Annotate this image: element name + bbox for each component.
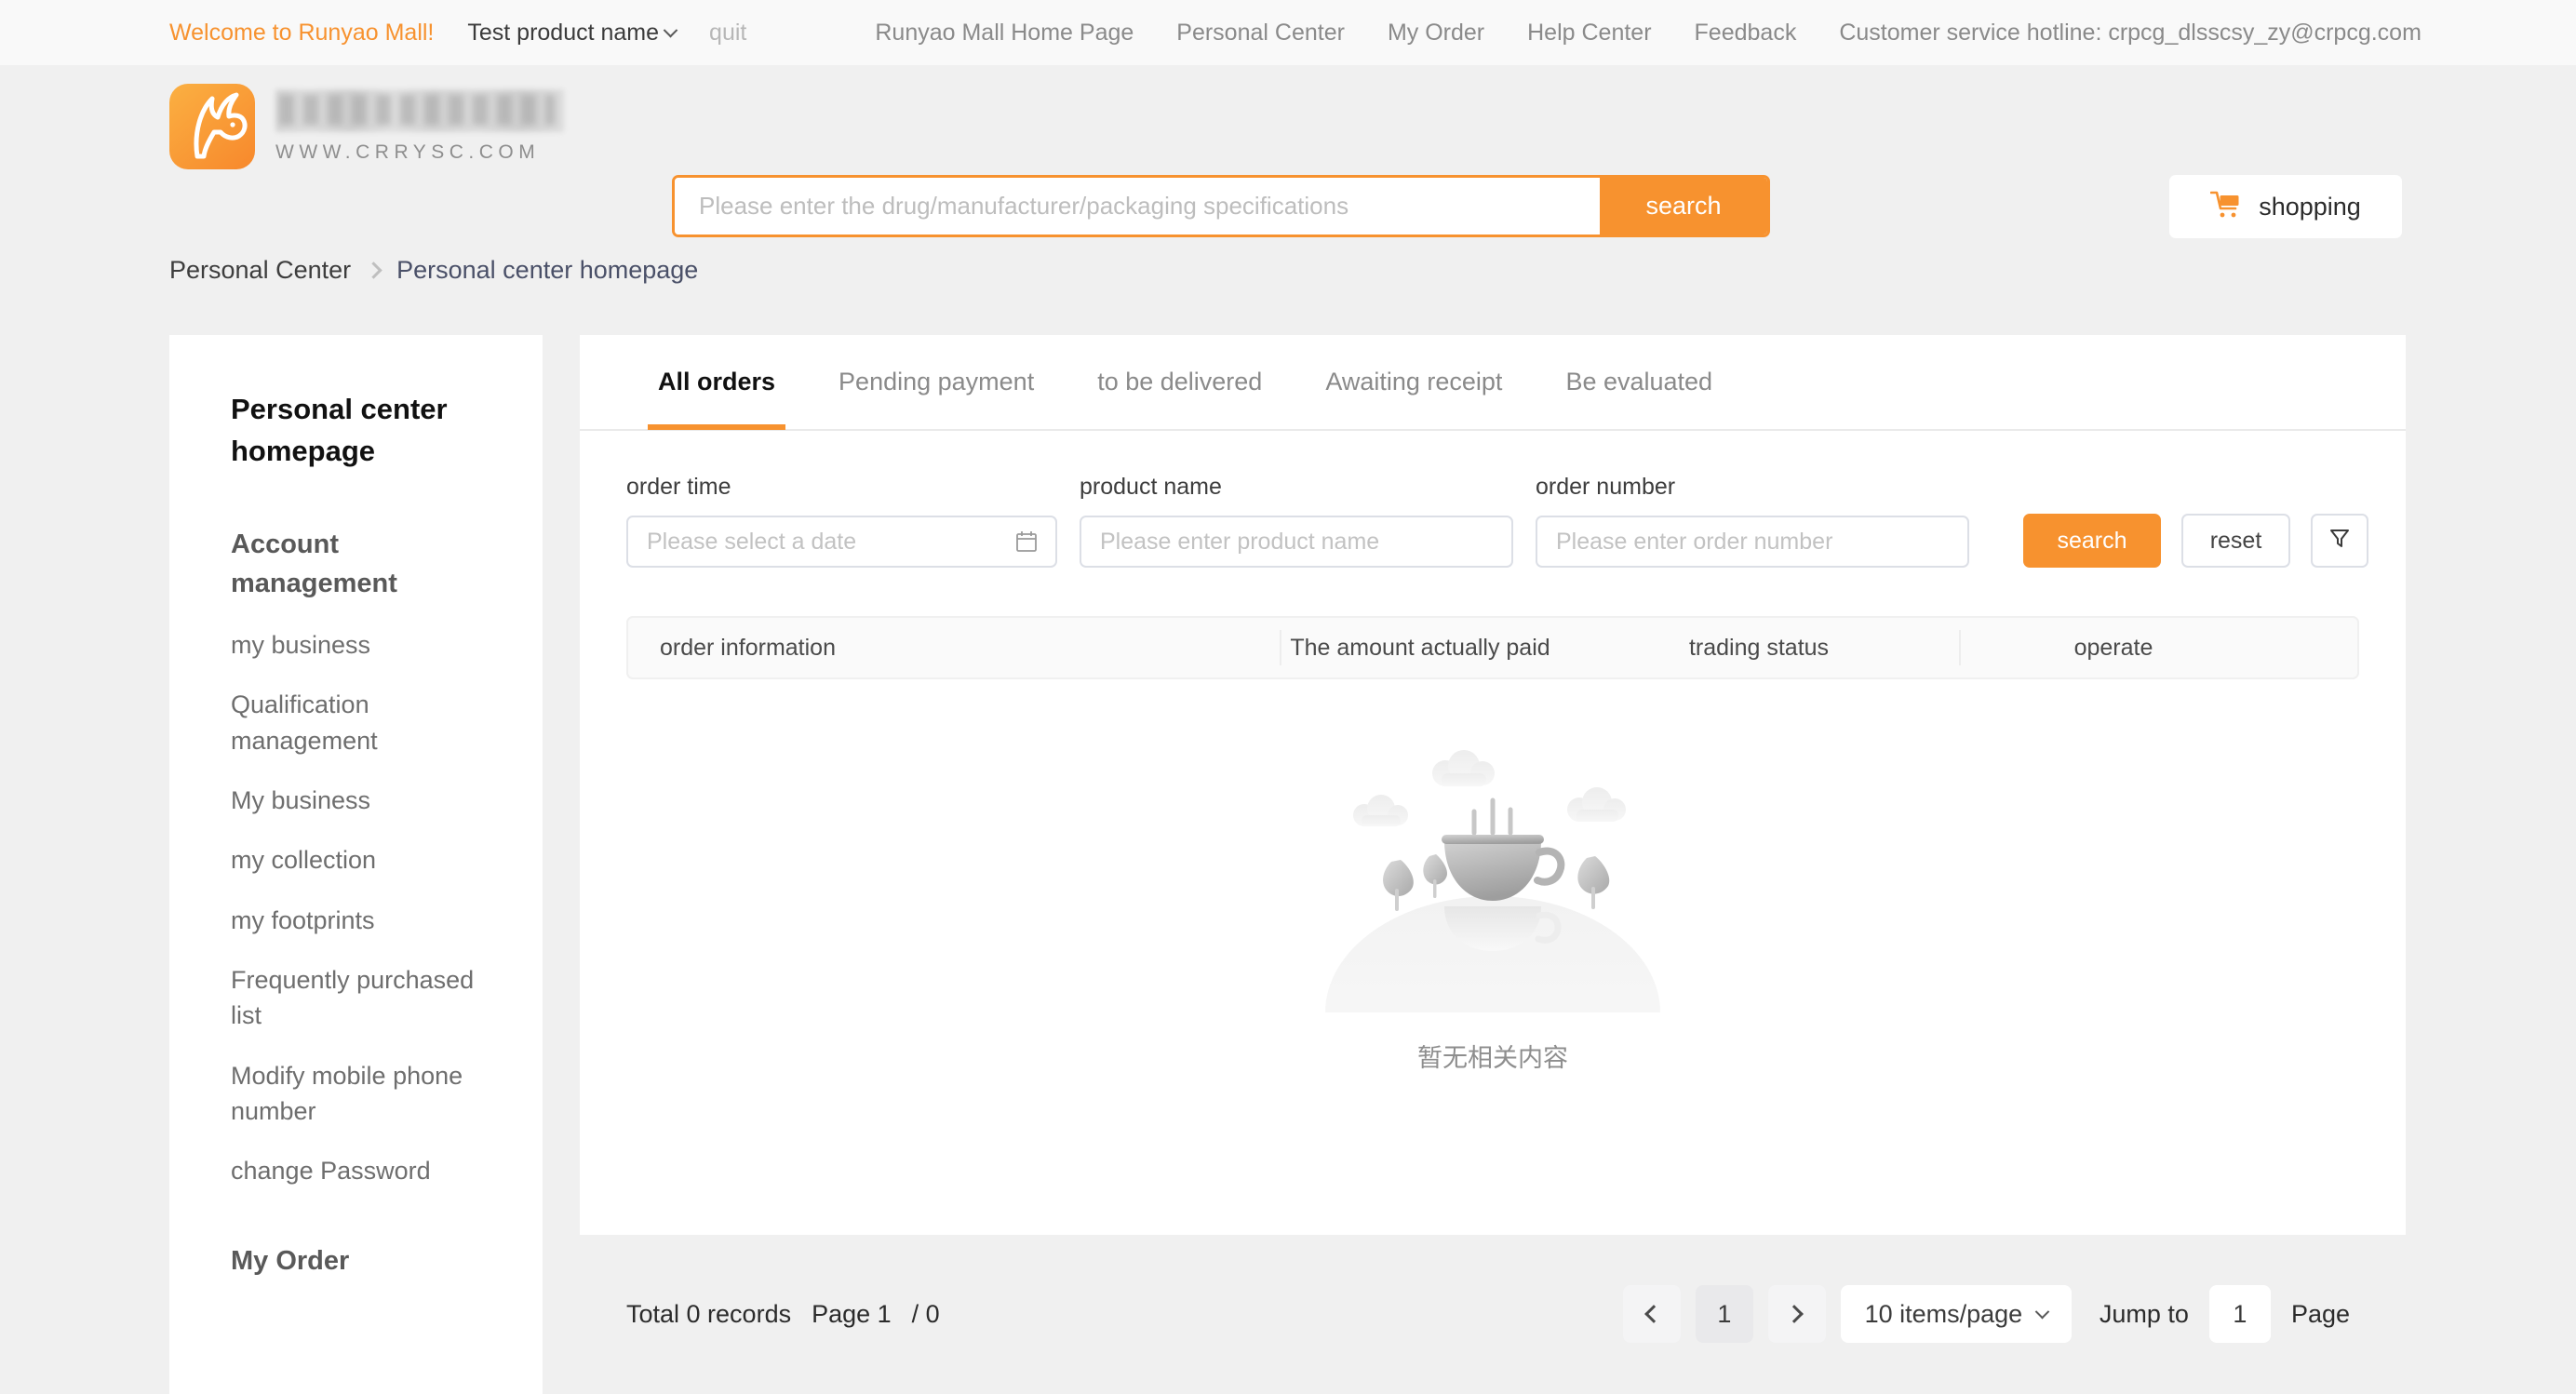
tab-pending-payment[interactable]: Pending payment (807, 334, 1066, 430)
next-page-button[interactable] (1767, 1285, 1826, 1343)
chevron-down-icon (663, 22, 678, 37)
tab-all-orders[interactable]: All orders (626, 334, 807, 430)
tab-to-be-delivered[interactable]: to be delivered (1066, 334, 1294, 430)
topbar-left-group: Welcome to Runyao Mall! Test product nam… (169, 20, 746, 47)
breadcrumb-current: Personal center homepage (396, 256, 699, 284)
cart-label: shopping (2259, 192, 2361, 221)
top-utility-bar: Welcome to Runyao Mall! Test product nam… (0, 0, 2576, 65)
funnel-icon (2328, 526, 2352, 556)
jump-to-input[interactable] (2208, 1285, 2271, 1343)
cart-icon (2209, 191, 2242, 223)
total-pages-text: / 0 (911, 1299, 940, 1328)
pagination-controls: 1 10 items/page Jump to Page (1622, 1285, 2406, 1343)
tab-awaiting-receipt[interactable]: Awaiting receipt (1294, 334, 1534, 430)
order-time-label: order time (626, 474, 731, 500)
sidebar-item-my-collection[interactable]: my collection (231, 842, 482, 878)
current-page-text: Page 1 (812, 1299, 892, 1328)
quit-link[interactable]: quit (709, 20, 746, 47)
chevron-left-icon (1644, 1305, 1664, 1323)
order-time-input[interactable] (626, 516, 1057, 568)
column-amount-actually-paid: The amount actually paid (1280, 630, 1559, 665)
page-size-select[interactable]: 10 items/page (1840, 1285, 2072, 1343)
empty-state-illustration (1293, 743, 1693, 1129)
sidebar: Personal center homepage Account managem… (169, 335, 543, 1394)
product-name-field: product name (1080, 474, 1513, 568)
order-filter-form: order time product name order number (580, 431, 2406, 568)
pagination-summary: Total 0 records Page 1 / 0 (626, 1300, 940, 1329)
nav-link-personal-center[interactable]: Personal Center (1176, 20, 1345, 47)
tab-be-evaluated[interactable]: Be evaluated (1534, 334, 1744, 430)
account-menu-label: Test product name (467, 19, 660, 46)
column-trading-status: trading status (1688, 634, 1830, 661)
breadcrumb: Personal Center Personal center homepage (169, 256, 698, 285)
orders-panel: All orders Pending payment to be deliver… (580, 335, 2406, 1235)
previous-page-button[interactable] (1622, 1285, 1681, 1343)
order-time-field: order time (626, 474, 1057, 568)
customer-service-hotline: Customer service hotline: crpcg_dlsscsy_… (1839, 19, 2422, 46)
deer-logo-icon (169, 84, 255, 169)
account-menu[interactable]: Test product name (467, 19, 678, 47)
nav-link-my-order[interactable]: My Order (1388, 20, 1484, 47)
filter-search-button[interactable]: search (2023, 514, 2161, 568)
search-input[interactable] (675, 178, 1600, 235)
shopping-cart-button[interactable]: shopping (2169, 175, 2402, 238)
logo-wordmark: WWW.CRRYSC.COM (275, 84, 564, 164)
sidebar-item-my-business-2[interactable]: My business (231, 783, 482, 818)
global-search-button[interactable]: search (1600, 178, 1767, 235)
orders-table-header: order information The amount actually pa… (626, 616, 2359, 679)
sidebar-item-my-business[interactable]: my business (231, 627, 482, 663)
column-operate: operate (1959, 630, 2266, 665)
sidebar-item-my-footprints[interactable]: my footprints (231, 903, 482, 938)
order-number-label: order number (1536, 474, 1676, 500)
pagination-bar: Total 0 records Page 1 / 0 1 10 items/pa… (580, 1277, 2406, 1351)
total-records-text: Total 0 records (626, 1299, 792, 1328)
nav-link-home[interactable]: Runyao Mall Home Page (875, 20, 1134, 47)
order-number-field: order number (1536, 474, 1969, 568)
page-size-label: 10 items/page (1864, 1299, 2023, 1328)
global-search: search (672, 175, 1770, 237)
sidebar-item-change-password[interactable]: change Password (231, 1153, 482, 1188)
column-order-information: order information (660, 634, 836, 661)
chevron-right-icon (1785, 1305, 1805, 1323)
empty-state-text: 暂无相关内容 (1417, 1044, 1568, 1073)
empty-state: 暂无相关内容 (580, 743, 2406, 1129)
site-logo[interactable]: WWW.CRRYSC.COM (169, 84, 564, 169)
welcome-message: Welcome to Runyao Mall! (169, 19, 435, 46)
chevron-down-icon (2034, 1304, 2050, 1319)
sidebar-title: Personal center homepage (231, 393, 448, 467)
advanced-filter-button[interactable] (2311, 514, 2368, 568)
sidebar-item-frequently-purchased-list[interactable]: Frequently purchased list (231, 962, 482, 1034)
topbar-nav-links: Runyao Mall Home Page Personal Center My… (875, 20, 2422, 47)
product-name-input[interactable] (1080, 516, 1513, 568)
breadcrumb-parent[interactable]: Personal Center (169, 256, 351, 285)
order-status-tabs: All orders Pending payment to be deliver… (580, 335, 2406, 431)
jump-to-label: Jump to (2099, 1299, 2189, 1328)
logo-chinese-name-blurred (275, 89, 564, 132)
nav-link-feedback[interactable]: Feedback (1695, 20, 1797, 47)
filter-reset-button[interactable]: reset (2181, 514, 2290, 568)
sidebar-group-account-management: Account management (231, 529, 397, 598)
order-number-input[interactable] (1536, 516, 1969, 568)
site-header: WWW.CRRYSC.COM search shopping (0, 65, 2576, 238)
sidebar-item-modify-mobile-phone-number[interactable]: Modify mobile phone number (231, 1058, 482, 1130)
nav-link-help-center[interactable]: Help Center (1527, 20, 1651, 47)
sidebar-group-my-order: My Order (231, 1245, 350, 1276)
order-time-input-wrap (626, 516, 1057, 568)
chevron-right-icon (365, 261, 382, 279)
page-word-label: Page (2290, 1299, 2350, 1328)
sidebar-item-qualification-management[interactable]: Qualification management (231, 687, 482, 758)
product-name-label: product name (1080, 474, 1222, 500)
page-number-button-1[interactable]: 1 (1695, 1285, 1753, 1343)
logo-website-url: WWW.CRRYSC.COM (275, 141, 541, 163)
